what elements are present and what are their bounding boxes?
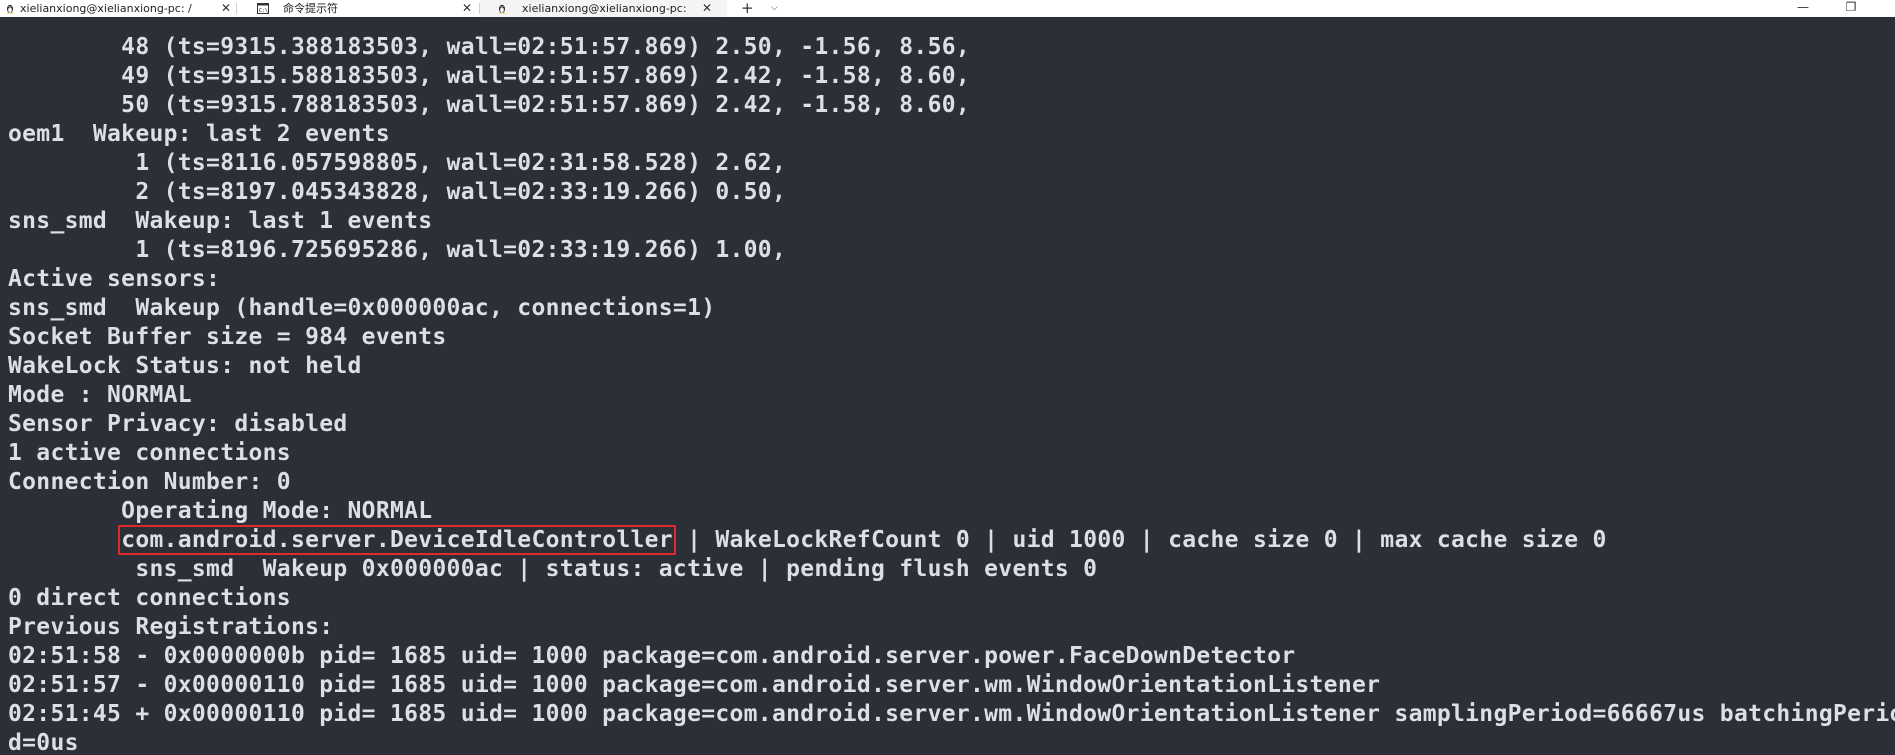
- terminal-line: sns_smd Wakeup: last 1 events: [8, 208, 433, 234]
- highlight-box: com.android.server.DeviceIdleController: [118, 525, 676, 555]
- tab-label: 命令提示符: [283, 2, 338, 15]
- linux-penguin-icon: [6, 4, 14, 14]
- terminal-line: 49 (ts=9315.588183503, wall=02:51:57.869…: [8, 63, 971, 89]
- terminal-indent: [8, 527, 121, 553]
- terminal-line: 1 (ts=8116.057598805, wall=02:31:58.528)…: [8, 150, 787, 176]
- close-icon[interactable]: ✕: [462, 0, 472, 17]
- terminal-line: 02:51:58 - 0x0000000b pid= 1685 uid= 100…: [8, 643, 1296, 669]
- linux-penguin-icon: [498, 4, 506, 14]
- tab-label: xielianxiong@xielianxiong-pc: /: [20, 2, 192, 15]
- terminal-line: d=0us: [8, 730, 79, 755]
- terminal-line: Active sensors:: [8, 266, 221, 292]
- terminal-line: 0 direct connections: [8, 585, 291, 611]
- terminal-line-rest: | WakeLockRefCount 0 | uid 1000 | cache …: [672, 527, 1607, 553]
- minimize-button[interactable]: —: [1788, 0, 1818, 14]
- terminal-line: oem1 Wakeup: last 2 events: [8, 121, 390, 147]
- tab-wsl-1[interactable]: xielianxiong@xielianxiong-pc: / ✕: [0, 0, 235, 17]
- terminal-line-highlighted: com.android.server.DeviceIdleController …: [8, 525, 1607, 555]
- tab-label: xielianxiong@xielianxiong-pc:: [522, 2, 687, 15]
- terminal-line: 1 (ts=8196.725695286, wall=02:33:19.266)…: [8, 237, 787, 263]
- tab-wsl-2[interactable]: xielianxiong@xielianxiong-pc: ✕: [480, 0, 727, 17]
- terminal-line: 02:51:57 - 0x00000110 pid= 1685 uid= 100…: [8, 672, 1381, 698]
- terminal-line: 50 (ts=9315.788183503, wall=02:51:57.869…: [8, 92, 971, 118]
- terminal-line: sns_smd Wakeup (handle=0x000000ac, conne…: [8, 295, 716, 321]
- terminal-line: 2 (ts=8197.045343828, wall=02:33:19.266)…: [8, 179, 787, 205]
- terminal-line: Socket Buffer size = 984 events: [8, 324, 447, 350]
- terminal-line: Sensor Privacy: disabled: [8, 411, 348, 437]
- cmd-icon: C:\: [257, 3, 269, 14]
- terminal-line: Operating Mode: NORMAL: [8, 498, 433, 524]
- svg-text:C:\: C:\: [259, 8, 268, 14]
- restore-button[interactable]: ❐: [1836, 0, 1866, 14]
- new-tab-button[interactable]: +: [741, 0, 754, 16]
- terminal-line: 48 (ts=9315.388183503, wall=02:51:57.869…: [8, 34, 971, 60]
- terminal-line: Previous Registrations:: [8, 614, 334, 640]
- terminal-output[interactable]: 48 (ts=9315.388183503, wall=02:51:57.869…: [0, 17, 1895, 755]
- close-icon[interactable]: ✕: [702, 0, 712, 17]
- terminal-line: Mode : NORMAL: [8, 382, 192, 408]
- close-icon[interactable]: ✕: [221, 0, 231, 17]
- tab-cmd[interactable]: C:\ 命令提示符 ✕: [237, 0, 478, 17]
- terminal-line: WakeLock Status: not held: [8, 353, 362, 379]
- terminal-line: 1 active connections: [8, 440, 291, 466]
- terminal-line: Connection Number: 0: [8, 469, 291, 495]
- terminal-line: 02:51:45 + 0x00000110 pid= 1685 uid= 100…: [8, 701, 1895, 727]
- terminal-line: sns_smd Wakeup 0x000000ac | status: acti…: [8, 556, 1098, 582]
- tab-bar: xielianxiong@xielianxiong-pc: / ✕ C:\ 命令…: [0, 0, 1895, 18]
- chevron-down-icon[interactable]: ⌵: [771, 0, 778, 16]
